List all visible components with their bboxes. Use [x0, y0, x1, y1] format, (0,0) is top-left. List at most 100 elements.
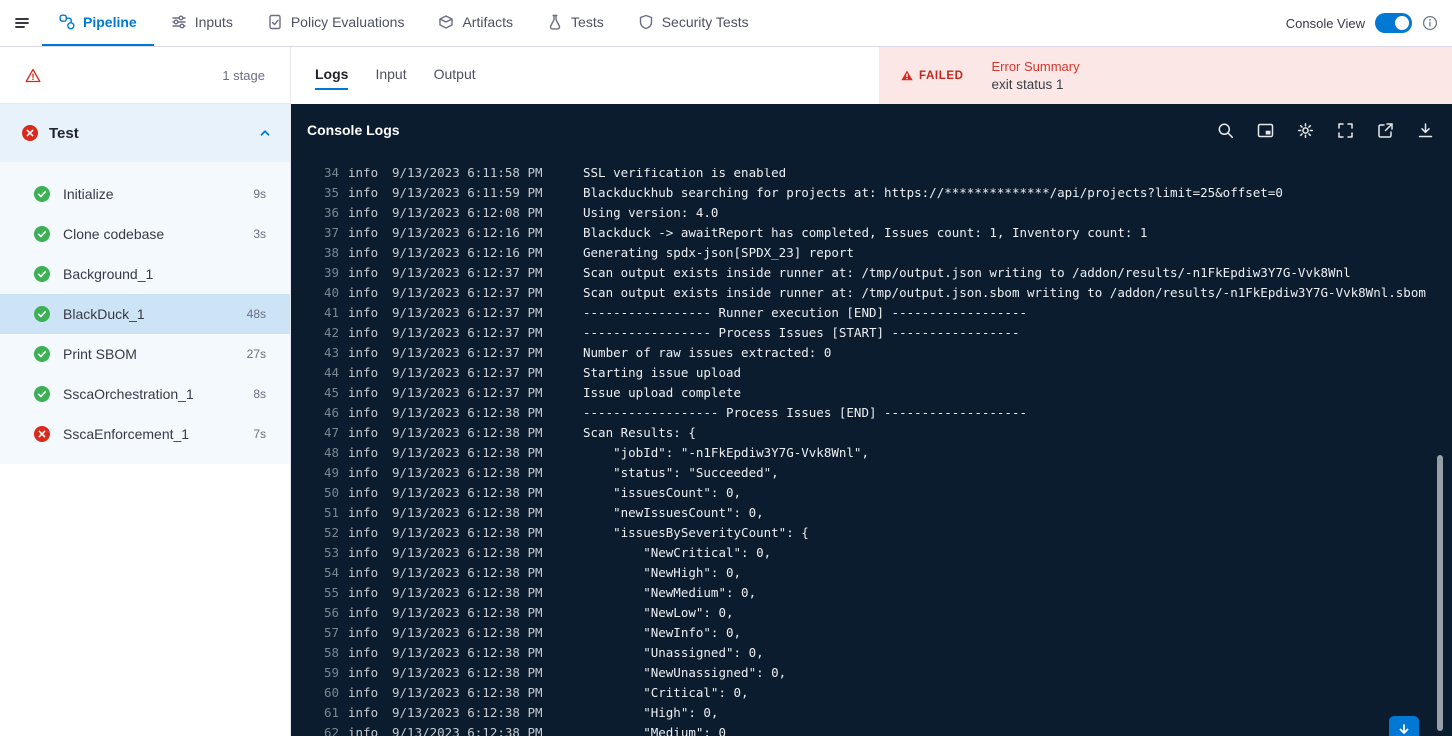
fullscreen-icon[interactable]	[1337, 122, 1354, 139]
log-line-number: 52	[323, 525, 339, 540]
log-line: 53 info 9/13/2023 6:12:38 PM "NewCritica…	[291, 543, 1452, 563]
log-level: info	[348, 345, 379, 360]
log-message: "NewCritical": 0,	[583, 545, 772, 560]
log-level: info	[348, 585, 379, 600]
settings-gear-icon[interactable]	[1297, 122, 1314, 139]
tab-inputs[interactable]: Inputs	[154, 0, 250, 46]
tab-pipeline[interactable]: Pipeline	[42, 0, 154, 46]
log-message: Scan Results: {	[583, 425, 696, 440]
log-timestamp: 9/13/2023 6:11:59 PM	[392, 185, 543, 200]
log-line-number: 40	[323, 285, 339, 300]
log-message: ------------------ Process Issues [END] …	[583, 405, 1028, 420]
inputs-icon	[171, 14, 187, 30]
log-level: info	[348, 425, 379, 440]
log-level: info	[348, 525, 379, 540]
console-view-label: Console View	[1285, 15, 1365, 31]
log-message: "Medium": 0	[583, 725, 726, 736]
stage-count-label: 1 stage	[222, 67, 265, 83]
log-timestamp: 9/13/2023 6:12:38 PM	[392, 525, 543, 540]
log-line: 50 info 9/13/2023 6:12:38 PM "issuesCoun…	[291, 483, 1452, 503]
step-duration: 48s	[246, 307, 266, 321]
step-row[interactable]: SscaOrchestration_1 8s	[0, 374, 290, 414]
step-row[interactable]: SscaEnforcement_1 7s	[0, 414, 290, 454]
log-line: 34 info 9/13/2023 6:11:58 PM SSL verific…	[291, 168, 1452, 183]
log-message: Number of raw issues extracted: 0	[583, 345, 832, 360]
error-summary-title: Error Summary	[991, 59, 1080, 74]
log-timestamp: 9/13/2023 6:12:38 PM	[392, 445, 543, 460]
panel-icon[interactable]	[1257, 122, 1274, 139]
scroll-to-bottom-button[interactable]	[1389, 716, 1419, 736]
tab-label: Tests	[571, 14, 604, 30]
log-timestamp: 9/13/2023 6:12:38 PM	[392, 625, 543, 640]
artifacts-icon	[438, 14, 454, 30]
step-duration: 9s	[253, 187, 266, 201]
step-status-icon	[34, 426, 50, 442]
log-timestamp: 9/13/2023 6:12:38 PM	[392, 465, 543, 480]
log-line-number: 46	[323, 405, 339, 420]
step-name: Background_1	[63, 266, 154, 282]
log-line-number: 53	[323, 545, 339, 560]
download-icon[interactable]	[1417, 122, 1434, 139]
step-name: SscaOrchestration_1	[63, 386, 194, 402]
nav-menu-icon[interactable]	[14, 15, 30, 31]
log-level: info	[348, 305, 379, 320]
log-area[interactable]: 34 info 9/13/2023 6:11:58 PM SSL verific…	[291, 168, 1452, 736]
log-line: 46 info 9/13/2023 6:12:38 PM -----------…	[291, 403, 1452, 423]
log-message: "NewInfo": 0,	[583, 625, 742, 640]
log-line: 58 info 9/13/2023 6:12:38 PM "Unassigned…	[291, 643, 1452, 663]
step-row[interactable]: Initialize 9s	[0, 174, 290, 214]
log-level: info	[348, 505, 379, 520]
log-timestamp: 9/13/2023 6:12:38 PM	[392, 565, 543, 580]
log-line: 35 info 9/13/2023 6:11:59 PM Blackduckhu…	[291, 183, 1452, 203]
tab-policy-evaluations[interactable]: Policy Evaluations	[250, 0, 422, 46]
log-timestamp: 9/13/2023 6:12:38 PM	[392, 545, 543, 560]
step-row[interactable]: Clone codebase 3s	[0, 214, 290, 254]
log-message: Generating spdx-json[SPDX_23] report	[583, 245, 854, 260]
step-name: SscaEnforcement_1	[63, 426, 190, 442]
log-line: 61 info 9/13/2023 6:12:38 PM "High": 0,	[291, 703, 1452, 723]
step-duration: 27s	[246, 347, 266, 361]
log-line-number: 39	[323, 265, 339, 280]
tab-output[interactable]: Output	[434, 61, 476, 90]
log-line-number: 50	[323, 485, 339, 500]
chevron-up-icon[interactable]	[258, 126, 272, 140]
tab-logs[interactable]: Logs	[315, 61, 349, 90]
log-message: Scan output exists inside runner at: /tm…	[583, 285, 1426, 300]
info-icon[interactable]	[1422, 15, 1438, 31]
tab-security-tests[interactable]: Security Tests	[621, 0, 766, 46]
log-line: 42 info 9/13/2023 6:12:37 PM -----------…	[291, 323, 1452, 343]
log-line-number: 61	[323, 705, 339, 720]
log-line-number: 35	[323, 185, 339, 200]
log-line: 47 info 9/13/2023 6:12:38 PM Scan Result…	[291, 423, 1452, 443]
open-in-new-icon[interactable]	[1377, 122, 1394, 139]
log-line: 59 info 9/13/2023 6:12:38 PM "NewUnassig…	[291, 663, 1452, 683]
step-row[interactable]: BlackDuck_1 48s	[0, 294, 290, 334]
arrow-down-icon	[1399, 724, 1409, 734]
stage-test[interactable]: Test	[0, 104, 290, 162]
log-level: info	[348, 625, 379, 640]
tab-tests[interactable]: Tests	[530, 0, 621, 46]
log-message: "NewLow": 0,	[583, 605, 734, 620]
log-message: "issuesBySeverityCount": {	[583, 525, 809, 540]
log-line: 62 info 9/13/2023 6:12:38 PM "Medium": 0	[291, 723, 1452, 736]
log-level: info	[348, 245, 379, 260]
step-row[interactable]: Background_1	[0, 254, 290, 294]
tab-artifacts[interactable]: Artifacts	[421, 0, 530, 46]
search-icon[interactable]	[1217, 122, 1234, 139]
step-row[interactable]: Print SBOM 27s	[0, 334, 290, 374]
scrollbar[interactable]	[1437, 455, 1443, 731]
step-name: Initialize	[63, 186, 114, 202]
log-line: 36 info 9/13/2023 6:12:08 PM Using versi…	[291, 203, 1452, 223]
log-level: info	[348, 445, 379, 460]
log-message: "High": 0,	[583, 705, 719, 720]
log-line: 39 info 9/13/2023 6:12:37 PM Scan output…	[291, 263, 1452, 283]
console-view-toggle[interactable]	[1375, 13, 1412, 33]
security-shield-icon	[638, 14, 654, 30]
log-line: 38 info 9/13/2023 6:12:16 PM Generating …	[291, 243, 1452, 263]
step-duration: 3s	[253, 227, 266, 241]
log-level: info	[348, 705, 379, 720]
tab-input[interactable]: Input	[375, 61, 406, 90]
execution-sidebar: 1 stage Test Initialize 9s Clone codebas…	[0, 47, 291, 736]
log-timestamp: 9/13/2023 6:12:37 PM	[392, 285, 543, 300]
log-timestamp: 9/13/2023 6:12:16 PM	[392, 225, 543, 240]
